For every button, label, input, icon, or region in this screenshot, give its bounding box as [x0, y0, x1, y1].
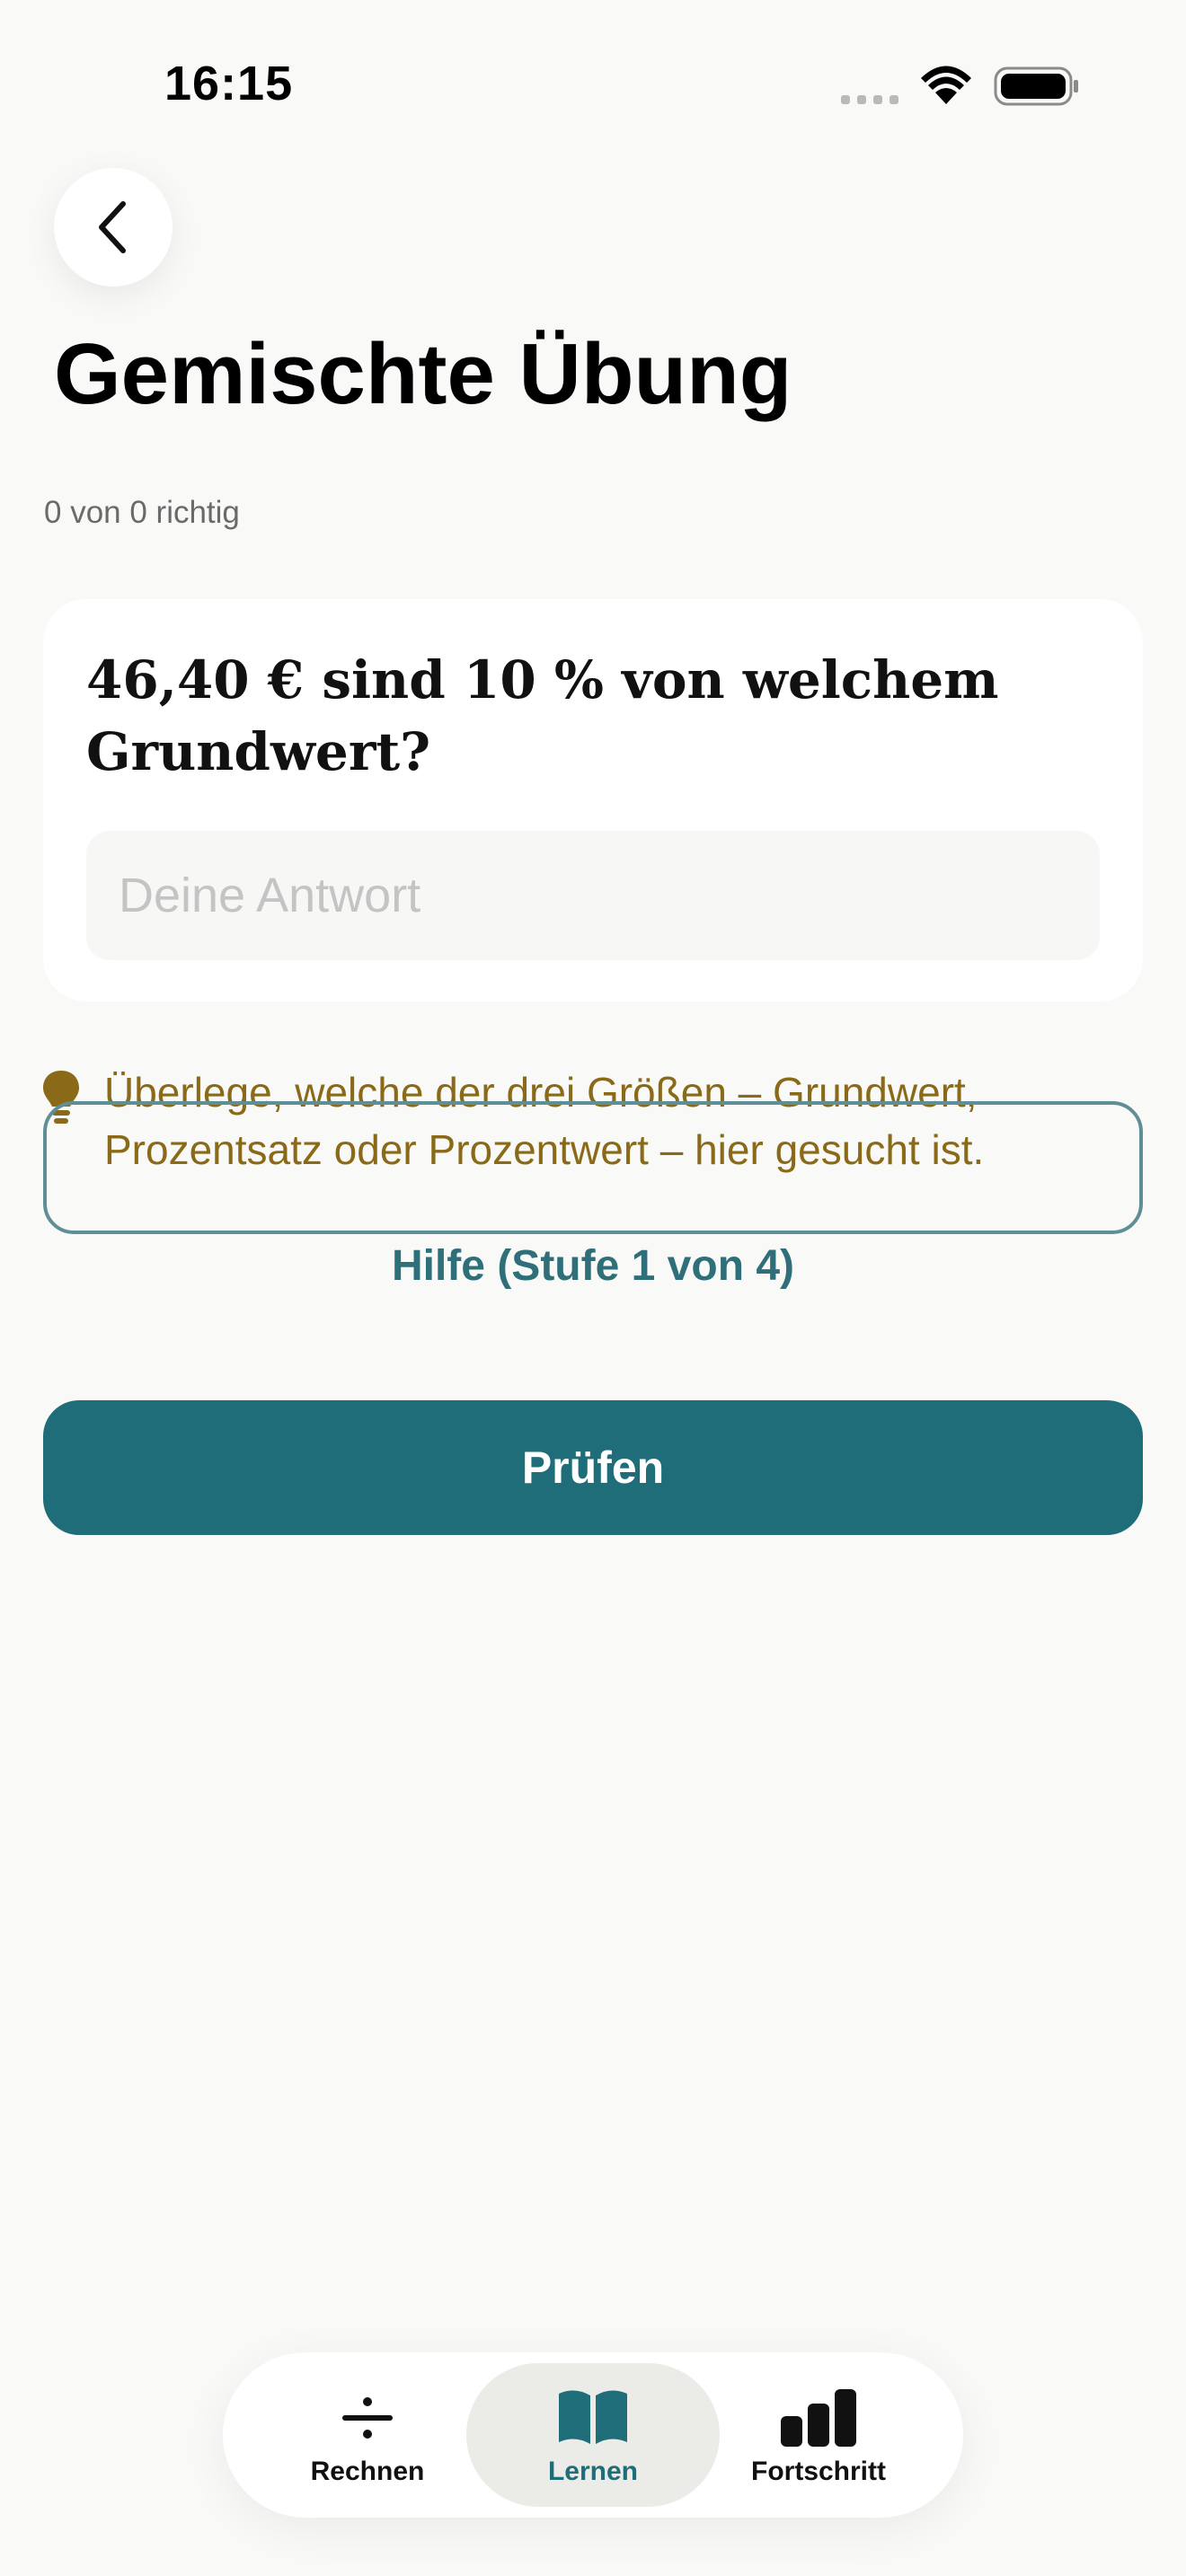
cellular-signal-icon [841, 95, 898, 104]
progress-counter: 0 von 0 richtig [44, 495, 240, 530]
check-button[interactable]: Prüfen [43, 1400, 1143, 1535]
back-button[interactable] [54, 168, 173, 287]
question-card: 46,40 € sind 10 % von welchem Grundwert? [43, 599, 1143, 1001]
question-text: 46,40 € sind 10 % von welchem Grundwert? [86, 649, 999, 782]
tab-label-lernen: Lernen [547, 2457, 639, 2486]
bar-chart-icon [781, 2389, 856, 2447]
tab-label-rechnen: Rechnen [310, 2457, 425, 2486]
answer-input[interactable] [86, 831, 1100, 960]
status-time: 16:15 [164, 57, 294, 110]
tab-label-fortschritt: Fortschritt [751, 2457, 886, 2486]
page-title: Gemischte Übung [54, 326, 792, 422]
divide-icon [342, 2397, 393, 2439]
chevron-left-icon [99, 201, 126, 253]
help-button[interactable] [43, 1101, 1143, 1234]
tab-fortschritt[interactable]: Fortschritt [692, 2363, 945, 2507]
tab-rechnen[interactable]: Rechnen [241, 2363, 494, 2507]
tab-lernen[interactable]: Lernen [466, 2363, 720, 2507]
help-button-label[interactable]: Hilfe (Stufe 1 von 4) [0, 1241, 1186, 1291]
tab-bar: Rechnen Lernen Fortschritt [223, 2352, 963, 2518]
status-icons [837, 63, 1080, 108]
wifi-icon [921, 66, 971, 104]
battery-icon [994, 66, 1078, 106]
book-icon [559, 2390, 627, 2444]
